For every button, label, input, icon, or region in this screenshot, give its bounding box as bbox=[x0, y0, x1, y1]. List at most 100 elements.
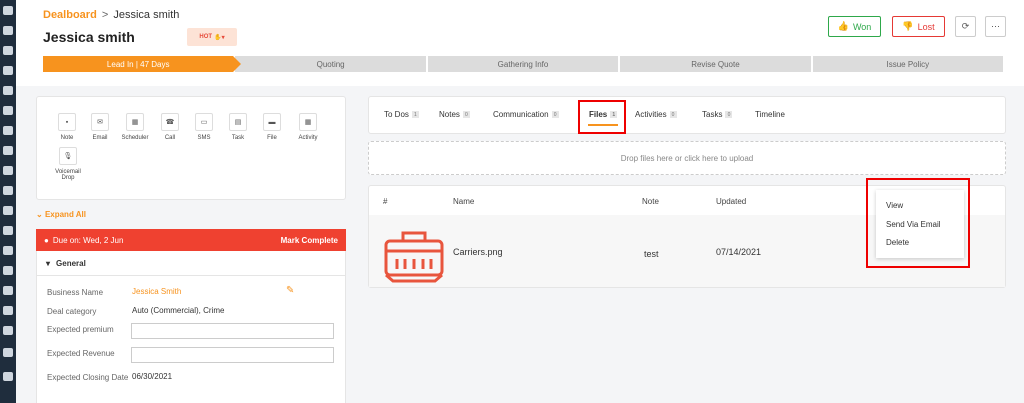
deal-category-value: Auto (Commercial), Crime bbox=[132, 306, 225, 315]
tab-activities[interactable]: Activities 0 bbox=[635, 110, 677, 119]
box-icon[interactable] bbox=[3, 186, 13, 195]
phone-icon: ☎ bbox=[161, 113, 179, 131]
expected-closing-date-value: 06/30/2021 bbox=[132, 372, 173, 381]
tab-communication[interactable]: Communication 0 bbox=[493, 110, 559, 119]
action-label: SMS bbox=[197, 135, 211, 141]
context-menu-highlight bbox=[866, 178, 970, 268]
calendar-icon: ▦ bbox=[126, 113, 144, 131]
tab-notes[interactable]: Notes 0 bbox=[439, 110, 470, 119]
action-note[interactable]: ▪ Note bbox=[52, 113, 82, 141]
expected-revenue-input[interactable] bbox=[131, 347, 334, 363]
refresh-icon: ⟳ bbox=[961, 21, 970, 31]
stage-lead-in[interactable]: Lead In | 47 Days bbox=[43, 56, 242, 72]
chevron-down-icon: ⌄ bbox=[36, 210, 43, 219]
settings-icon[interactable] bbox=[3, 372, 13, 381]
mark-complete-button[interactable]: Mark Complete bbox=[281, 236, 338, 245]
field-label: Business Name bbox=[47, 288, 104, 297]
file-dropzone[interactable]: Drop files here or click here to upload bbox=[368, 141, 1006, 175]
action-label: Voicemail Drop bbox=[55, 169, 81, 181]
tab-label: Notes bbox=[439, 110, 460, 119]
tab-label: Communication bbox=[493, 110, 549, 119]
calendar-icon[interactable] bbox=[3, 266, 13, 275]
general-section-header[interactable]: ▾ General bbox=[36, 251, 346, 276]
package-icon[interactable] bbox=[3, 326, 13, 335]
stage-gathering-info[interactable]: Gathering Info bbox=[427, 56, 619, 72]
tab-count-badge: 0 bbox=[462, 111, 470, 118]
file-note: test bbox=[644, 249, 659, 259]
users-icon[interactable] bbox=[3, 26, 13, 35]
file-name[interactable]: Carriers.png bbox=[453, 247, 503, 257]
business-name-value[interactable]: Jessica Smith bbox=[132, 287, 181, 296]
stage-issue-policy[interactable]: Issue Policy bbox=[812, 56, 1004, 72]
edit-pencil-icon[interactable]: ✎ bbox=[286, 285, 294, 296]
dashboard-icon[interactable] bbox=[3, 6, 13, 15]
page-title: Jessica smith bbox=[43, 29, 135, 45]
folder-icon: ▬ bbox=[263, 113, 281, 131]
thumbs-down-icon: 👎 bbox=[902, 21, 914, 31]
action-sms[interactable]: ▭ SMS bbox=[189, 113, 219, 141]
email-icon: ✉ bbox=[91, 113, 109, 131]
lost-label: Lost bbox=[917, 21, 935, 32]
tab-timeline[interactable]: Timeline bbox=[755, 110, 785, 119]
lost-button[interactable]: 👎 Lost bbox=[892, 16, 945, 37]
file-updated: 07/14/2021 bbox=[716, 247, 762, 257]
stage-quoting[interactable]: Quoting bbox=[235, 56, 426, 72]
tab-tasks[interactable]: Tasks 0 bbox=[702, 110, 733, 119]
expected-premium-input[interactable] bbox=[131, 323, 334, 339]
bank-icon[interactable] bbox=[3, 66, 13, 75]
action-file[interactable]: ▬ File bbox=[257, 113, 287, 141]
mail-icon[interactable] bbox=[3, 246, 13, 255]
task-icon: ▤ bbox=[229, 113, 247, 131]
breadcrumb-dealboard-link[interactable]: Dealboard bbox=[43, 9, 97, 21]
action-scheduler[interactable]: ▦ Scheduler bbox=[120, 113, 150, 141]
action-activity[interactable]: ▦ Activity bbox=[293, 113, 323, 141]
priority-dropdown[interactable]: HOT ✋▾ bbox=[187, 28, 237, 46]
action-email[interactable]: ✉ Email bbox=[85, 113, 115, 141]
clipboard-icon[interactable] bbox=[3, 306, 13, 315]
won-button[interactable]: 👍 Won bbox=[828, 16, 881, 37]
note-icon: ▪ bbox=[58, 113, 76, 131]
tab-count-badge: 0 bbox=[551, 111, 559, 118]
won-label: Won bbox=[852, 21, 872, 32]
action-task[interactable]: ▤ Task bbox=[223, 113, 253, 141]
refresh-button[interactable]: ⟳ bbox=[955, 16, 976, 37]
dollar-icon[interactable] bbox=[3, 348, 13, 357]
tab-to-dos[interactable]: To Dos 1 bbox=[384, 110, 419, 119]
field-label: Expected Revenue bbox=[47, 349, 115, 358]
action-label: Email bbox=[92, 135, 108, 141]
chart-icon[interactable] bbox=[3, 226, 13, 235]
filter-icon[interactable] bbox=[3, 126, 13, 135]
documents-icon[interactable] bbox=[3, 46, 13, 55]
action-label: Scheduler bbox=[121, 135, 149, 141]
tab-label: Activities bbox=[635, 110, 667, 119]
tab-label: To Dos bbox=[384, 110, 409, 119]
stage-revise-quote[interactable]: Revise Quote bbox=[620, 56, 811, 72]
file-icon[interactable] bbox=[3, 106, 13, 115]
calculator-icon[interactable] bbox=[3, 206, 13, 215]
caret-down-icon: ▾ bbox=[46, 258, 51, 268]
action-voicemail-drop[interactable]: 🎙 Voicemail Drop bbox=[52, 147, 84, 181]
action-call[interactable]: ☎ Call bbox=[155, 113, 185, 141]
book-icon[interactable] bbox=[3, 286, 13, 295]
field-label: Expected Closing Date bbox=[47, 373, 129, 382]
left-nav-rail bbox=[0, 0, 16, 403]
megaphone-icon[interactable] bbox=[3, 166, 13, 175]
more-options-button[interactable]: ⋯ bbox=[985, 16, 1006, 37]
action-label: Note bbox=[60, 135, 74, 141]
priority-label: HOT bbox=[199, 34, 213, 40]
breadcrumb-separator: > bbox=[101, 9, 109, 21]
expand-all-toggle[interactable]: ⌄ Expand All bbox=[36, 210, 86, 219]
list-icon[interactable] bbox=[3, 86, 13, 95]
action-label: Activity bbox=[298, 135, 318, 141]
column-header: # bbox=[383, 197, 388, 206]
deal-tabs: To Dos 1 Notes 0 Communication 0 Files 1… bbox=[368, 96, 1006, 134]
deal-header: Dealboard > Jessica smith Jessica smith … bbox=[16, 0, 1024, 86]
sms-icon: ▭ bbox=[195, 113, 213, 131]
files-tab-highlight bbox=[578, 100, 626, 134]
tab-count-badge: 1 bbox=[411, 111, 419, 118]
file-thumbnail-icon bbox=[384, 231, 444, 283]
action-label: File bbox=[267, 135, 277, 141]
column-header: Updated bbox=[716, 197, 747, 206]
layers-icon[interactable] bbox=[3, 146, 13, 155]
tab-label: Timeline bbox=[755, 110, 785, 119]
